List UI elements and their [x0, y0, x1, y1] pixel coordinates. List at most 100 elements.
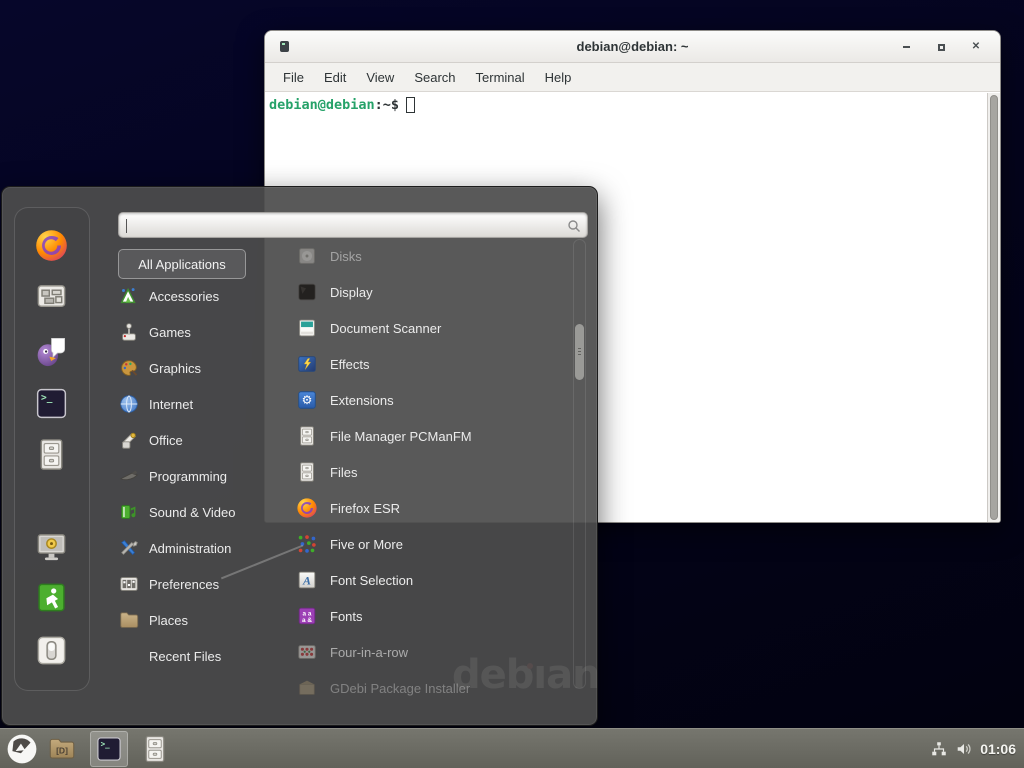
sidebar-item-file-manager[interactable] [34, 437, 69, 472]
sidebar-item-pidgin[interactable] [34, 334, 69, 369]
app-row-display[interactable]: Display [286, 274, 576, 310]
menu-terminal[interactable]: Terminal [466, 70, 535, 85]
app-row-firefox-esr[interactable]: Firefox ESR [286, 490, 576, 526]
menu-edit[interactable]: Edit [314, 70, 356, 85]
window-title: debian@debian: ~ [265, 39, 1000, 54]
clock[interactable]: 01:06 [980, 741, 1016, 757]
menu-search-box [118, 212, 588, 238]
taskbar-files-button[interactable] [140, 734, 170, 764]
document-scanner-icon [296, 317, 318, 339]
app-label: Four-in-a-row [330, 645, 408, 660]
category-games[interactable]: Games [118, 314, 270, 350]
taskbar: [D] >_ 01:06 [0, 728, 1024, 768]
category-label: Graphics [149, 361, 201, 376]
app-row-disks[interactable]: Disks [286, 238, 576, 274]
lock-screen-icon [34, 529, 69, 564]
sidebar-item-package-manager[interactable] [34, 280, 69, 315]
app-label: GDebi Package Installer [330, 681, 470, 696]
menu-scrollbar[interactable] [573, 239, 586, 689]
folder-icon: [D] [46, 733, 78, 765]
taskbar-folder-button[interactable]: [D] [46, 733, 78, 765]
firefox-icon [34, 228, 69, 263]
network-icon[interactable] [930, 740, 948, 758]
app-row-font-selection[interactable]: A Font Selection [286, 562, 576, 598]
category-graphics[interactable]: Graphics [118, 350, 270, 386]
places-icon [118, 609, 140, 631]
sidebar-item-lock-screen[interactable] [34, 529, 69, 564]
display-icon [296, 281, 318, 303]
category-programming[interactable]: Programming [118, 458, 270, 494]
office-icon [118, 429, 140, 451]
effects-icon [296, 353, 318, 375]
internet-icon [118, 393, 140, 415]
category-accessories[interactable]: Accessories [118, 278, 270, 314]
all-applications-button[interactable]: All Applications [118, 249, 246, 279]
maximize-icon [938, 44, 945, 51]
app-row-five-or-more[interactable]: Five or More [286, 526, 576, 562]
app-row-document-scanner[interactable]: Document Scanner [286, 310, 576, 346]
file-manager-icon [34, 437, 69, 472]
menu-scrollbar-thumb[interactable] [575, 324, 584, 380]
file-manager-pcmanfm-icon [296, 425, 318, 447]
sidebar-item-firefox[interactable] [34, 228, 69, 263]
app-row-effects[interactable]: Effects [286, 346, 576, 382]
app-row-four-in-a-row[interactable]: Four-in-a-row [286, 634, 576, 670]
programming-icon [118, 465, 140, 487]
menu-view[interactable]: View [356, 70, 404, 85]
sidebar-item-terminal[interactable]: >_ [34, 386, 69, 421]
minimize-button[interactable] [900, 41, 912, 53]
category-label: Accessories [149, 289, 219, 304]
terminal-scrollbar-thumb[interactable] [990, 95, 998, 520]
menu-file[interactable]: File [273, 70, 314, 85]
search-input[interactable] [127, 215, 557, 235]
pidgin-icon [34, 334, 69, 369]
app-row-gdebi[interactable]: GDebi Package Installer [286, 670, 576, 706]
category-label: Programming [149, 469, 227, 484]
category-label: Internet [149, 397, 193, 412]
svg-text:A: A [302, 574, 311, 588]
games-icon [118, 321, 140, 343]
app-label: Five or More [330, 537, 403, 552]
category-places[interactable]: Places [118, 602, 270, 638]
category-internet[interactable]: Internet [118, 386, 270, 422]
sidebar-item-shutdown[interactable] [34, 633, 69, 668]
svg-text:a &: a & [302, 617, 312, 624]
category-recent-files[interactable]: Recent Files [118, 638, 270, 674]
app-label: Disks [330, 249, 362, 264]
taskbar-menu-button[interactable] [6, 733, 38, 765]
firefox-esr-icon [296, 497, 318, 519]
category-sound-video[interactable]: Sound & Video [118, 494, 270, 530]
taskbar-terminal-button[interactable]: >_ [90, 731, 128, 767]
close-button[interactable]: ✕ [970, 41, 982, 53]
four-in-a-row-icon [296, 641, 318, 663]
category-administration[interactable]: Administration [118, 530, 270, 566]
terminal-titlebar[interactable]: debian@debian: ~ ✕ [265, 31, 1000, 63]
applications-menu: >_ All Applications Accessories Games Gr… [1, 186, 598, 726]
app-row-fonts[interactable]: a aa &Fonts [286, 598, 576, 634]
app-label: Document Scanner [330, 321, 441, 336]
shut-down-icon [34, 633, 69, 668]
files-icon [296, 461, 318, 483]
maximize-button[interactable] [935, 41, 947, 53]
category-preferences[interactable]: Preferences [118, 566, 270, 602]
minimize-icon [903, 46, 910, 48]
svg-text:⚙: ⚙ [302, 393, 313, 407]
app-row-file-manager-pcmanfm[interactable]: File Manager PCManFM [286, 418, 576, 454]
volume-icon[interactable] [955, 740, 973, 758]
app-row-extensions[interactable]: ⚙Extensions [286, 382, 576, 418]
font-selection-icon: A [296, 569, 318, 591]
app-row-files[interactable]: Files [286, 454, 576, 490]
recent-files-icon [118, 645, 140, 667]
menu-button-icon [6, 733, 38, 765]
terminal-scrollbar[interactable] [987, 93, 1000, 522]
sound-video-icon [118, 501, 140, 523]
app-label: Files [330, 465, 357, 480]
sidebar-item-logout[interactable] [34, 580, 69, 615]
app-label: Fonts [330, 609, 363, 624]
app-label: Font Selection [330, 573, 413, 588]
menu-help[interactable]: Help [535, 70, 582, 85]
category-office[interactable]: Office [118, 422, 270, 458]
app-label: Effects [330, 357, 370, 372]
menu-search[interactable]: Search [404, 70, 465, 85]
svg-text:>_: >_ [101, 739, 111, 748]
